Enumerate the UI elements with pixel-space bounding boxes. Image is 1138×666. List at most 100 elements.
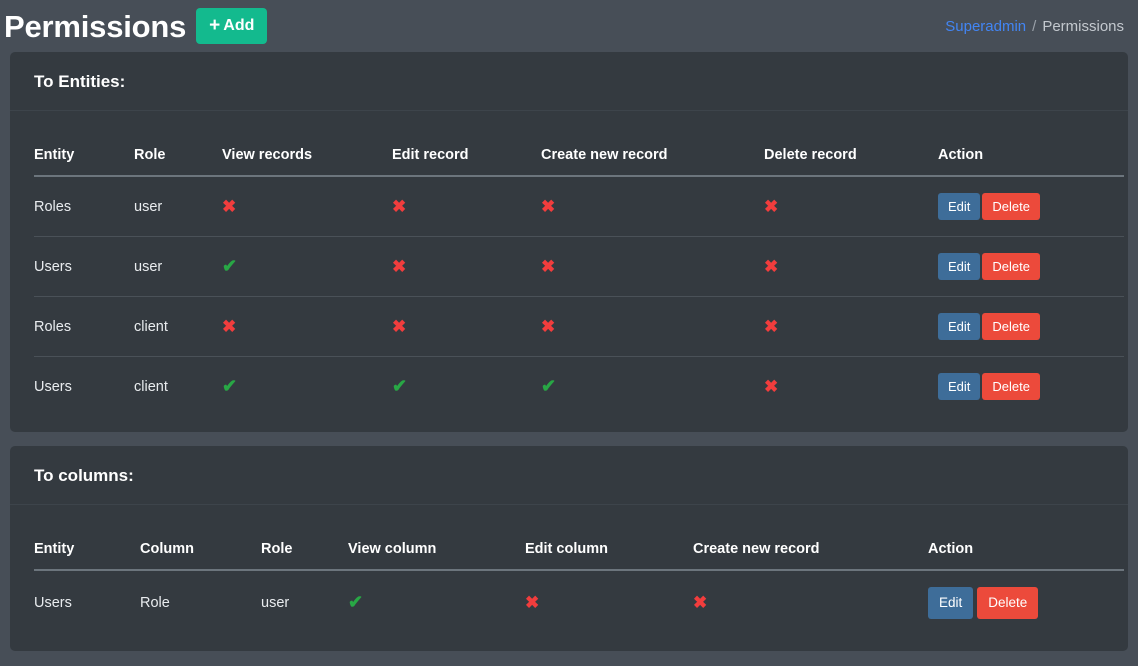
entities-table: Entity Role View records Edit record Cre… [34, 121, 1124, 416]
cell-action: EditDelete [938, 176, 1124, 237]
columns-panel-title: To columns: [34, 467, 1104, 484]
no-icon: ✖ [541, 257, 555, 276]
cell-role: client [134, 357, 222, 417]
cell-action: EditDelete [938, 297, 1124, 357]
cell-view-column: ✔ [348, 570, 525, 635]
col-header-action: Action [928, 515, 1124, 570]
delete-button[interactable]: Delete [982, 193, 1040, 220]
cell-role: user [261, 570, 348, 635]
col-header-create-new-record: Create new record [541, 121, 764, 176]
no-icon: ✖ [764, 197, 778, 216]
page-header: Permissions + Add Superadmin / Permissio… [0, 0, 1138, 52]
breadcrumb-link-superadmin[interactable]: Superadmin [945, 18, 1026, 35]
cell-delete-record: ✖ [764, 237, 938, 297]
cell-entity: Users [34, 237, 134, 297]
columns-table-head: Entity Column Role View column Edit colu… [34, 515, 1124, 570]
col-header-action: Action [938, 121, 1124, 176]
cell-role: client [134, 297, 222, 357]
col-header-entity: Entity [34, 121, 134, 176]
delete-button[interactable]: Delete [982, 373, 1040, 400]
cell-column: Role [140, 570, 261, 635]
yes-icon: ✔ [541, 376, 556, 396]
cell-entity: Users [34, 357, 134, 417]
entities-panel-title: To Entities: [34, 73, 1104, 90]
cell-entity: Roles [34, 297, 134, 357]
table-row: Users user ✔ ✖ ✖ ✖ EditDelete [34, 237, 1124, 297]
cell-view-records: ✔ [222, 357, 392, 417]
col-header-role: Role [261, 515, 348, 570]
table-row: Users client ✔ ✔ ✔ ✖ EditDelete [34, 357, 1124, 417]
edit-button[interactable]: Edit [938, 253, 980, 280]
table-row: Roles client ✖ ✖ ✖ ✖ EditDelete [34, 297, 1124, 357]
plus-icon: + [209, 16, 220, 35]
col-header-column: Column [140, 515, 261, 570]
cell-action: EditDelete [938, 237, 1124, 297]
cell-view-records: ✖ [222, 176, 392, 237]
edit-button[interactable]: Edit [928, 587, 973, 619]
edit-button[interactable]: Edit [938, 193, 980, 220]
col-header-view-records: View records [222, 121, 392, 176]
yes-icon: ✔ [392, 376, 407, 396]
breadcrumb: Superadmin / Permissions [945, 18, 1126, 35]
entities-panel: To Entities: Entity Role View records Ed… [10, 52, 1128, 432]
page-title: Permissions [4, 11, 186, 42]
columns-panel: To columns: Entity Column Role View colu… [10, 446, 1128, 651]
add-button-label: Add [223, 18, 254, 34]
cell-view-records: ✖ [222, 297, 392, 357]
page-title-group: Permissions + Add [0, 8, 267, 44]
delete-button[interactable]: Delete [982, 253, 1040, 280]
entities-panel-body: Entity Role View records Edit record Cre… [10, 111, 1128, 432]
columns-header-row: Entity Column Role View column Edit colu… [34, 515, 1124, 570]
yes-icon: ✔ [222, 376, 237, 396]
edit-button[interactable]: Edit [938, 373, 980, 400]
no-icon: ✖ [392, 197, 406, 216]
columns-panel-header: To columns: [10, 446, 1128, 505]
cell-entity: Roles [34, 176, 134, 237]
yes-icon: ✔ [348, 592, 363, 612]
cell-edit-record: ✔ [392, 357, 541, 417]
cell-edit-record: ✖ [392, 297, 541, 357]
entities-panel-header: To Entities: [10, 52, 1128, 111]
cell-role: user [134, 237, 222, 297]
col-header-role: Role [134, 121, 222, 176]
cell-role: user [134, 176, 222, 237]
cell-create-new-record: ✔ [541, 357, 764, 417]
no-icon: ✖ [764, 257, 778, 276]
cell-create-new-record: ✖ [693, 570, 928, 635]
col-header-delete-record: Delete record [764, 121, 938, 176]
table-row: Roles user ✖ ✖ ✖ ✖ EditDelete [34, 176, 1124, 237]
add-button[interactable]: + Add [196, 8, 267, 44]
entities-table-head: Entity Role View records Edit record Cre… [34, 121, 1124, 176]
no-icon: ✖ [541, 317, 555, 336]
cell-action: EditDelete [938, 357, 1124, 417]
entities-header-row: Entity Role View records Edit record Cre… [34, 121, 1124, 176]
yes-icon: ✔ [222, 256, 237, 276]
no-icon: ✖ [764, 377, 778, 396]
cell-view-records: ✔ [222, 237, 392, 297]
col-header-edit-column: Edit column [525, 515, 693, 570]
cell-create-new-record: ✖ [541, 176, 764, 237]
cell-edit-record: ✖ [392, 237, 541, 297]
cell-delete-record: ✖ [764, 357, 938, 417]
col-header-view-column: View column [348, 515, 525, 570]
cell-create-new-record: ✖ [541, 297, 764, 357]
no-icon: ✖ [525, 593, 539, 612]
cell-entity: Users [34, 570, 140, 635]
entities-table-body: Roles user ✖ ✖ ✖ ✖ EditDelete Users user… [34, 176, 1124, 416]
no-icon: ✖ [392, 257, 406, 276]
delete-button[interactable]: Delete [977, 587, 1038, 619]
cell-edit-record: ✖ [392, 176, 541, 237]
cell-delete-record: ✖ [764, 176, 938, 237]
cell-create-new-record: ✖ [541, 237, 764, 297]
edit-button[interactable]: Edit [938, 313, 980, 340]
no-icon: ✖ [392, 317, 406, 336]
no-icon: ✖ [764, 317, 778, 336]
table-row: Users Role user ✔ ✖ ✖ EditDelete [34, 570, 1124, 635]
delete-button[interactable]: Delete [982, 313, 1040, 340]
col-header-edit-record: Edit record [392, 121, 541, 176]
breadcrumb-current: Permissions [1042, 18, 1124, 35]
no-icon: ✖ [222, 197, 236, 216]
columns-panel-body: Entity Column Role View column Edit colu… [10, 505, 1128, 651]
columns-table-body: Users Role user ✔ ✖ ✖ EditDelete [34, 570, 1124, 635]
col-header-create-new-record: Create new record [693, 515, 928, 570]
